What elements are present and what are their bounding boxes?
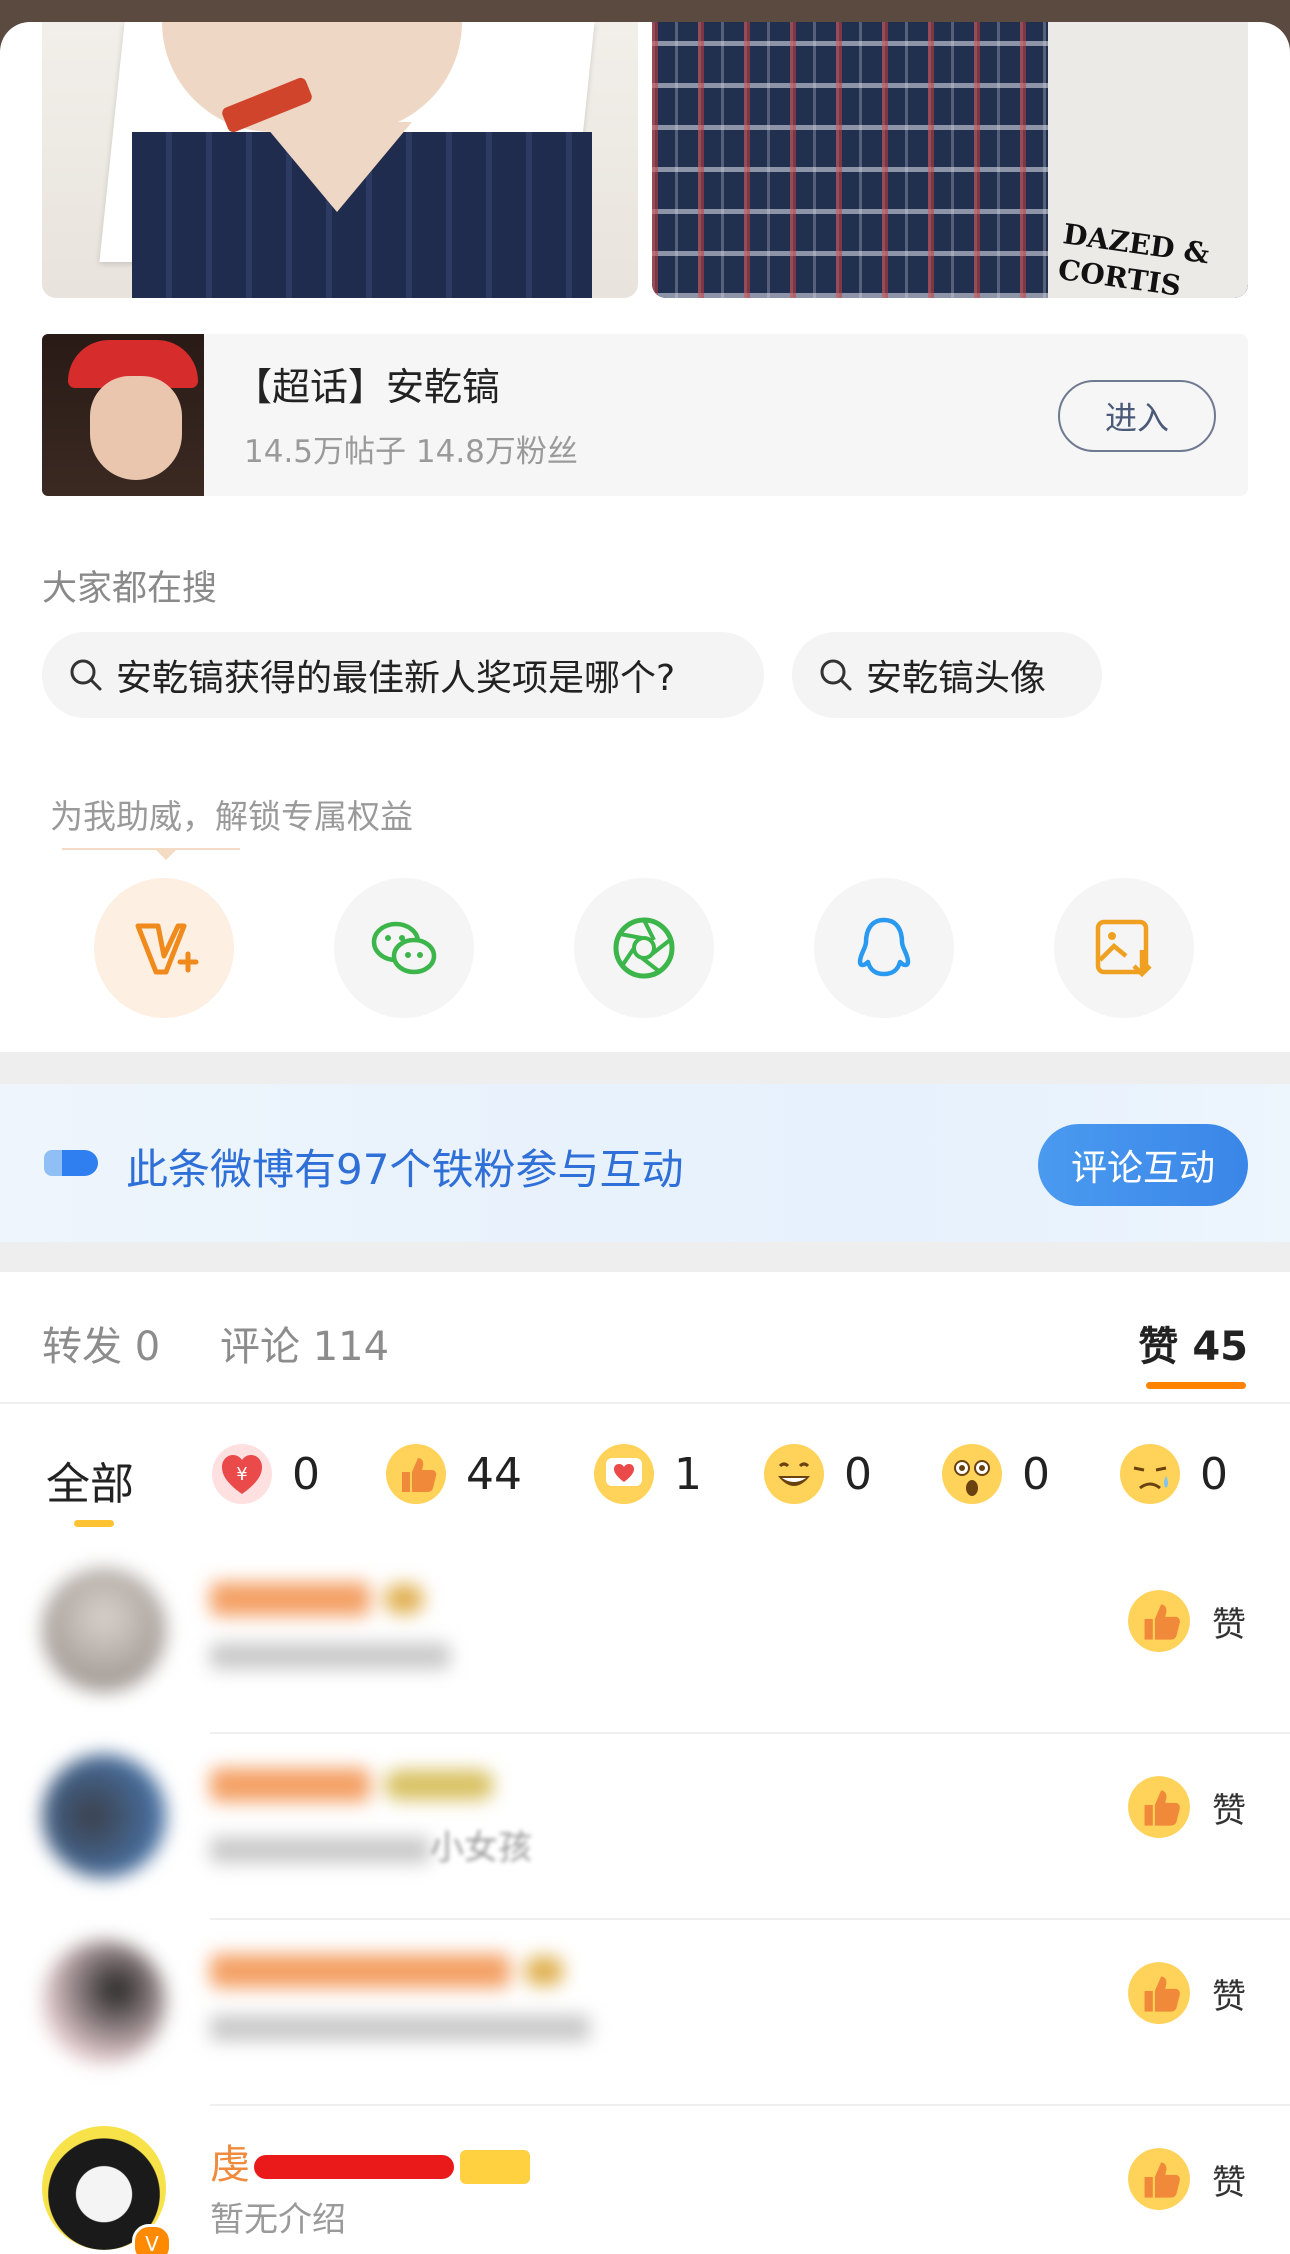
surprised-icon xyxy=(942,1444,1002,1504)
section-divider xyxy=(0,1242,1290,1272)
sad-icon xyxy=(1120,1444,1180,1504)
engagement-tabs: 转发 0 评论 114 赞 45 xyxy=(0,1272,1290,1404)
bottom-sheet: DAZED & CORTIS 【超话】安乾镐 14.5万帖子 14.8万粉丝 进… xyxy=(0,22,1290,2254)
like-button[interactable]: 赞 xyxy=(1126,1774,1246,1840)
avatar[interactable] xyxy=(42,1754,166,1878)
avatar[interactable] xyxy=(42,1568,166,1692)
liker-row[interactable]: 赞 xyxy=(0,1906,1290,2092)
boost-label: 为我助威，解锁专属权益 xyxy=(50,797,413,836)
like-button[interactable]: 赞 xyxy=(1126,1588,1246,1654)
heart-card-icon xyxy=(594,1444,654,1504)
reaction-filter-all[interactable]: 全部 xyxy=(46,1448,134,1512)
super-topic-stats: 14.5万帖子 14.8万粉丝 xyxy=(244,434,578,470)
liker-name xyxy=(210,1946,564,1992)
share-moments-button[interactable] xyxy=(574,878,714,1018)
moments-icon xyxy=(613,917,675,979)
boost-caret xyxy=(154,848,178,860)
like-label: 赞 xyxy=(1212,1604,1246,1645)
liker-desc: 暂无介绍 xyxy=(210,2200,346,2240)
reaction-count: 1 xyxy=(674,1448,702,1500)
comment-interact-button[interactable]: 评论互动 xyxy=(1038,1124,1248,1206)
save-image-icon xyxy=(1095,919,1152,978)
reaction-filter-heart-card[interactable]: 1 xyxy=(592,1442,702,1506)
share-qq-button[interactable] xyxy=(814,878,954,1018)
search-icon xyxy=(70,659,102,691)
wechat-icon xyxy=(371,921,437,975)
qq-icon xyxy=(857,917,911,977)
liker-desc xyxy=(210,2006,590,2046)
like-button[interactable]: 赞 xyxy=(1126,2146,1246,2212)
reaction-count: 44 xyxy=(466,1448,522,1500)
like-label: 赞 xyxy=(1212,1976,1246,2017)
fan-banner-text: 此条微博有97个铁粉参与互动 xyxy=(126,1145,684,1194)
liker-desc xyxy=(210,1634,450,1674)
like-button[interactable]: 赞 xyxy=(1126,1960,1246,2026)
search-section-label: 大家都在搜 xyxy=(42,569,218,609)
reaction-filter-sad[interactable]: 0 xyxy=(1118,1442,1228,1506)
liker-desc: 小女孩 xyxy=(210,1820,532,1869)
svg-text:¥: ¥ xyxy=(236,1464,247,1485)
vplus-icon xyxy=(135,923,199,975)
reward-heart-icon: ¥ xyxy=(212,1444,272,1504)
super-topic-avatar xyxy=(42,334,204,496)
reaction-filter-surprised[interactable]: 0 xyxy=(940,1442,1050,1506)
section-divider xyxy=(0,1052,1290,1084)
reaction-count: 0 xyxy=(1022,1448,1050,1500)
laugh-icon xyxy=(764,1444,824,1504)
liker-row[interactable]: 赞 xyxy=(0,1534,1290,1720)
reaction-filter-laugh[interactable]: 0 xyxy=(762,1442,872,1506)
thumbs-up-icon xyxy=(1128,1962,1190,2024)
thumbs-up-icon xyxy=(1128,1590,1190,1652)
avatar[interactable] xyxy=(42,1940,166,2064)
liker-name xyxy=(210,1760,494,1806)
verified-badge-icon: V xyxy=(132,2224,172,2254)
reaction-filter-indicator xyxy=(74,1520,114,1527)
liker-name: 虔 xyxy=(210,2132,530,2190)
fan-badge-icon xyxy=(44,1150,98,1176)
fan-interaction-banner[interactable]: 此条微博有97个铁粉参与互动 评论互动 xyxy=(0,1084,1290,1242)
thumbs-up-icon xyxy=(1128,2148,1190,2210)
super-topic-card[interactable]: 【超话】安乾镐 14.5万帖子 14.8万粉丝 进入 xyxy=(42,334,1248,496)
search-chip-2[interactable]: 安乾镐头像 xyxy=(792,632,1102,718)
thumbs-up-icon xyxy=(1128,1776,1190,1838)
reaction-filter-thumbs-up[interactable]: 44 xyxy=(384,1442,522,1506)
reaction-count: 0 xyxy=(1200,1448,1228,1500)
tab-like[interactable]: 赞 45 xyxy=(1138,1314,1248,1372)
liker-row[interactable]: 小女孩 赞 xyxy=(0,1720,1290,1906)
post-photo-left[interactable] xyxy=(42,22,638,298)
post-photo-right[interactable]: DAZED & CORTIS xyxy=(652,22,1248,298)
share-save-image-button[interactable] xyxy=(1054,878,1194,1018)
tab-like-indicator xyxy=(1146,1382,1246,1389)
reaction-count: 0 xyxy=(844,1448,872,1500)
reaction-filter-reward[interactable]: ¥ 0 xyxy=(210,1442,320,1506)
liker-name xyxy=(210,1574,424,1620)
share-vplus-button[interactable] xyxy=(94,878,234,1018)
tab-forward[interactable]: 转发 0 xyxy=(42,1314,160,1372)
reaction-filter-bar: 全部 ¥ 0 44 1 0 0 0 xyxy=(0,1402,1290,1534)
liker-row[interactable]: V 虔 暂无介绍 赞 xyxy=(0,2092,1290,2254)
like-label: 赞 xyxy=(1212,1790,1246,1831)
search-chip-label: 安乾镐头像 xyxy=(866,658,1047,699)
like-label: 赞 xyxy=(1212,2162,1246,2203)
search-chip-1[interactable]: 安乾镐获得的最佳新人奖项是哪个? xyxy=(42,632,764,718)
search-icon xyxy=(820,659,852,691)
search-chip-label: 安乾镐获得的最佳新人奖项是哪个? xyxy=(116,658,676,699)
boost-divider xyxy=(62,848,240,850)
enter-button[interactable]: 进入 xyxy=(1058,380,1216,452)
tab-comment[interactable]: 评论 114 xyxy=(220,1314,389,1372)
reaction-count: 0 xyxy=(292,1448,320,1500)
share-wechat-button[interactable] xyxy=(334,878,474,1018)
super-topic-title: 【超话】安乾镐 xyxy=(234,365,501,409)
thumbs-up-icon xyxy=(386,1444,446,1504)
